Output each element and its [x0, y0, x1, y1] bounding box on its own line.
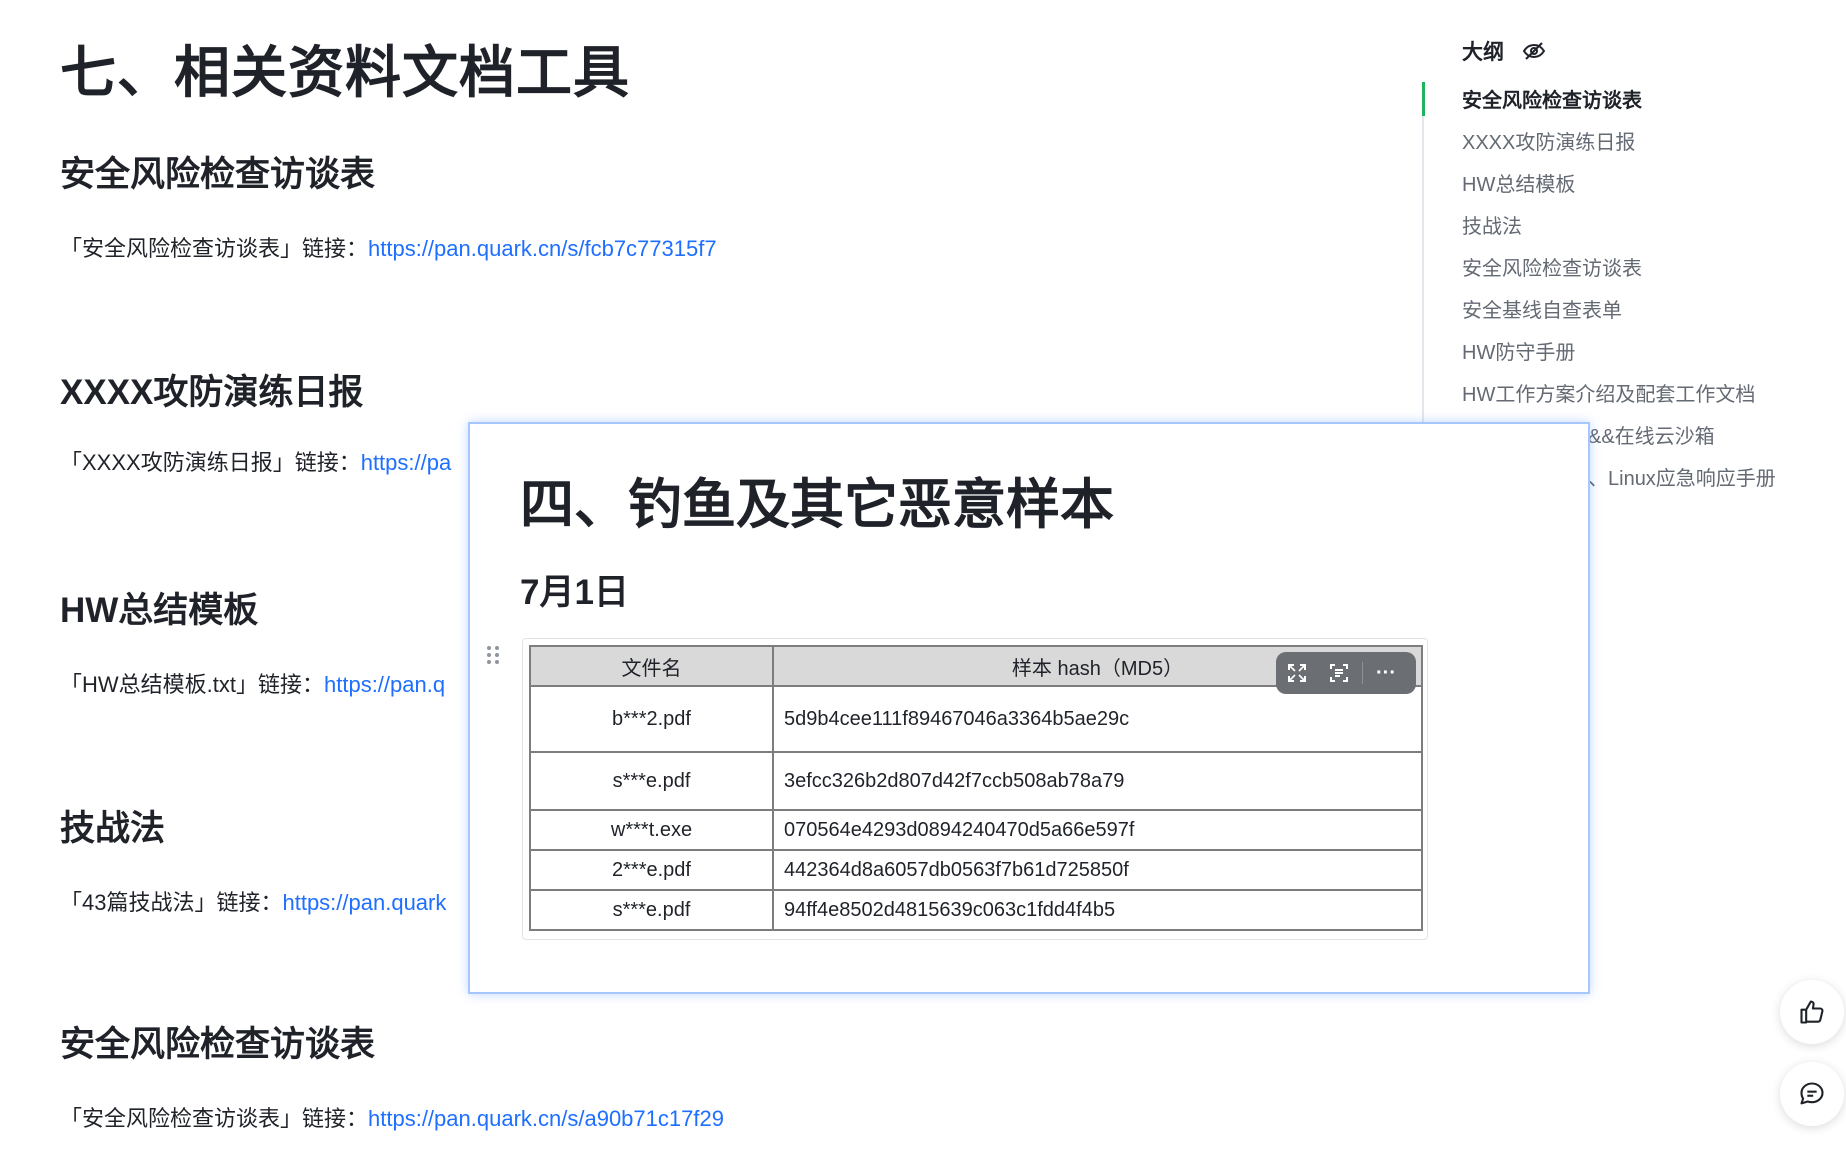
- outline-item[interactable]: 技战法: [1462, 210, 1776, 252]
- link-label: 「HW总结模板.txt」链接：: [60, 672, 324, 697]
- ocr-button[interactable]: [1318, 652, 1360, 694]
- more-icon: ···: [1376, 661, 1396, 684]
- table-row: w***t.exe 070564e4293d0894240470d5a66e59…: [529, 809, 1423, 851]
- share-link[interactable]: https://pan.quark.cn/s/fcb7c77315f7: [368, 236, 717, 261]
- outline-item[interactable]: HW总结模板: [1462, 168, 1776, 210]
- thumbs-up-icon: [1800, 1000, 1824, 1024]
- table-cell[interactable]: b***2.pdf: [529, 685, 774, 753]
- section-5: 安全风险检查访谈表 「安全风险检查访谈表」链接：https://pan.quar…: [60, 1016, 1400, 1133]
- table-cell[interactable]: w***t.exe: [529, 809, 774, 851]
- table-cell[interactable]: s***e.pdf: [529, 889, 774, 931]
- section-title: 安全风险检查访谈表: [60, 155, 376, 194]
- like-button[interactable]: [1780, 980, 1844, 1044]
- table-toolbar: ···: [1276, 652, 1416, 694]
- eye-off-icon[interactable]: [1522, 39, 1546, 63]
- outline-item[interactable]: 安全风险检查访谈表: [1462, 84, 1776, 126]
- table-cell[interactable]: 94ff4e8502d4815639c063c1fdd4f4b5: [772, 889, 1423, 931]
- outline-item[interactable]: HW防守手册: [1462, 336, 1776, 378]
- column-header[interactable]: 文件名: [529, 645, 774, 687]
- section-title: 安全风险检查访谈表: [60, 1025, 376, 1064]
- link-label: 「XXXX攻防演练日报」链接：: [60, 450, 361, 475]
- share-link[interactable]: https://pa: [361, 450, 452, 475]
- table-cell[interactable]: s***e.pdf: [529, 751, 774, 811]
- link-label: 「43篇技战法」链接：: [60, 890, 283, 915]
- outline-item[interactable]: HW工作方案介绍及配套工作文档: [1462, 378, 1776, 420]
- expand-button[interactable]: [1276, 652, 1318, 694]
- section-title: XXXX攻防演练日报: [60, 373, 364, 412]
- table-row: s***e.pdf 3efcc326b2d807d42f7ccb508ab78a…: [529, 751, 1423, 811]
- share-link[interactable]: https://pan.q: [324, 672, 445, 697]
- section-1: 安全风险检查访谈表 「安全风险检查访谈表」链接：https://pan.quar…: [60, 146, 1400, 263]
- block-preview-card: 四、钓鱼及其它恶意样本 7月1日 文件名 样本 hash（MD5） b***2.…: [468, 422, 1590, 994]
- page-title: 七、相关资料文档工具: [60, 41, 630, 104]
- table-cell[interactable]: 442364d8a6057db0563f7b61d725850f: [772, 849, 1423, 891]
- document-page: 七、相关资料文档工具 安全风险检查访谈表 「安全风险检查访谈表」链接：https…: [0, 0, 1846, 1155]
- scan-text-icon: [1330, 664, 1348, 682]
- link-label: 「安全风险检查访谈表」链接：: [60, 236, 369, 261]
- table-cell[interactable]: 3efcc326b2d807d42f7ccb508ab78a79: [772, 751, 1423, 811]
- outline-header: 大纲: [1462, 36, 1546, 66]
- table-cell[interactable]: 070564e4293d0894240470d5a66e597f: [772, 809, 1423, 851]
- link-label: 「安全风险检查访谈表」链接：: [60, 1106, 369, 1131]
- outline-item[interactable]: 安全风险检查访谈表: [1462, 252, 1776, 294]
- comment-button[interactable]: [1780, 1062, 1844, 1126]
- section-link-line: 「安全风险检查访谈表」链接：https://pan.quark.cn/s/a90…: [60, 1101, 1400, 1133]
- outline-active-indicator: [1422, 82, 1425, 116]
- table-row: b***2.pdf 5d9b4cee111f89467046a3364b5ae2…: [529, 685, 1423, 753]
- expand-icon: [1288, 664, 1306, 682]
- drag-handle-icon[interactable]: [486, 644, 500, 666]
- toolbar-divider: [1362, 662, 1363, 684]
- table-cell[interactable]: 5d9b4cee111f89467046a3364b5ae29c: [772, 685, 1423, 753]
- preview-subheading: 7月1日: [520, 573, 629, 612]
- outline-item[interactable]: XXXX攻防演练日报: [1462, 126, 1776, 168]
- outline-title: 大纲: [1462, 41, 1504, 64]
- comment-icon: [1800, 1082, 1824, 1105]
- share-link[interactable]: https://pan.quark.cn/s/a90b71c17f29: [368, 1106, 724, 1131]
- more-button[interactable]: ···: [1365, 652, 1407, 694]
- table-row: 2***e.pdf 442364d8a6057db0563f7b61d72585…: [529, 849, 1423, 891]
- share-link[interactable]: https://pan.quark: [282, 890, 446, 915]
- section-link-line: 「安全风险检查访谈表」链接：https://pan.quark.cn/s/fcb…: [60, 231, 1400, 263]
- table-row: s***e.pdf 94ff4e8502d4815639c063c1fdd4f4…: [529, 889, 1423, 931]
- table-cell[interactable]: 2***e.pdf: [529, 849, 774, 891]
- outline-item[interactable]: 安全基线自查表单: [1462, 294, 1776, 336]
- preview-heading: 四、钓鱼及其它恶意样本: [520, 475, 1114, 535]
